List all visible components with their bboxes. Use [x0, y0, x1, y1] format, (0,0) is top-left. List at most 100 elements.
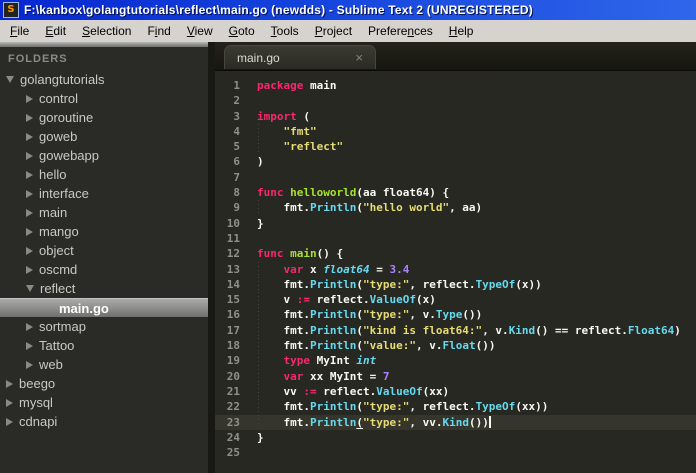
- code-line-14[interactable]: 14 fmt.Println("type:", reflect.TypeOf(x…: [215, 276, 696, 293]
- code-line-18[interactable]: 18 fmt.Println("value:", v.Float()): [215, 338, 696, 354]
- title-bar[interactable]: S F:\kanbox\golangtutorials\reflect\main…: [0, 0, 696, 20]
- code-line-7[interactable]: 7: [215, 170, 696, 185]
- menu-item-help[interactable]: Help: [441, 20, 482, 42]
- tab-bar: main.go ×: [215, 42, 696, 71]
- code-line-16[interactable]: 16 fmt.Println("type:", v.Type()): [215, 307, 696, 324]
- expand-arrow-icon[interactable]: [26, 170, 33, 179]
- expand-arrow-icon[interactable]: [26, 341, 33, 350]
- code-line-13[interactable]: 13 var x float64 = 3.4: [215, 261, 696, 278]
- menu-item-selection[interactable]: Selection: [74, 20, 139, 42]
- expand-arrow-icon[interactable]: [26, 227, 33, 236]
- code-line-17[interactable]: 17 fmt.Println("kind is float64:", v.Kin…: [215, 322, 696, 339]
- code-line-8[interactable]: 8 func helloworld(aa float64) {: [215, 185, 696, 200]
- expand-arrow-icon[interactable]: [26, 94, 33, 103]
- code-line-6[interactable]: 6): [215, 154, 696, 169]
- folder-item-cdnapi[interactable]: cdnapi: [0, 412, 215, 431]
- collapse-arrow-icon[interactable]: [6, 76, 14, 83]
- code-line-21[interactable]: 21 vv := reflect.ValueOf(xx): [215, 383, 696, 400]
- menu-item-preferences[interactable]: Preferences: [360, 20, 441, 42]
- expand-arrow-icon[interactable]: [26, 208, 33, 217]
- sublime-app-icon[interactable]: S: [3, 2, 19, 18]
- menu-item-tools[interactable]: Tools: [263, 20, 307, 42]
- menu-item-edit[interactable]: Edit: [37, 20, 74, 42]
- expand-arrow-icon[interactable]: [26, 322, 33, 331]
- folder-item-object[interactable]: object: [0, 241, 215, 260]
- code-line-3[interactable]: 3 import (: [215, 109, 696, 124]
- file-item-main.go[interactable]: main.go: [0, 298, 215, 317]
- code-line-20[interactable]: 20 var xx MyInt = 7: [215, 368, 696, 385]
- code-line-9[interactable]: 9 fmt.Println("hello world", aa): [215, 200, 696, 216]
- tree-item-label: beego: [19, 376, 56, 391]
- expand-arrow-icon[interactable]: [26, 265, 33, 274]
- expand-arrow-icon[interactable]: [26, 151, 33, 160]
- menu-item-file[interactable]: File: [2, 20, 37, 42]
- code-line-11[interactable]: 11: [215, 231, 696, 246]
- folder-item-web[interactable]: web: [0, 355, 215, 374]
- line-number: 24: [226, 430, 240, 444]
- code-line-23[interactable]: 23 fmt.Println("type:", vv.Kind()): [215, 414, 696, 431]
- code-line-10[interactable]: 10}: [215, 216, 696, 231]
- code-area[interactable]: 1 package main 2 3 import (4 "fmt" 5 "reflect…: [215, 71, 696, 473]
- menu-item-goto[interactable]: Goto: [221, 20, 263, 42]
- code-line-2[interactable]: 2: [215, 93, 696, 108]
- menu-item-project[interactable]: Project: [307, 20, 360, 42]
- folder-item-reflect[interactable]: reflect: [0, 279, 215, 298]
- expand-arrow-icon[interactable]: [26, 360, 33, 369]
- menu-item-find[interactable]: Find: [139, 20, 178, 42]
- tree-item-label: Tattoo: [39, 338, 75, 353]
- folder-item-goweb[interactable]: goweb: [0, 127, 215, 146]
- menu-item-view[interactable]: View: [179, 20, 221, 42]
- folder-item-beego[interactable]: beego: [0, 374, 215, 393]
- folder-item-control[interactable]: control: [0, 89, 215, 108]
- expand-arrow-icon[interactable]: [26, 113, 33, 122]
- code-text: "reflect": [249, 139, 696, 155]
- code-text: fmt.Println("hello world", aa): [249, 200, 696, 216]
- tree-item-label: hello: [39, 167, 67, 182]
- tab-main-go[interactable]: main.go ×: [224, 45, 376, 69]
- expand-arrow-icon[interactable]: [26, 132, 33, 141]
- line-number: 7: [233, 170, 240, 184]
- collapse-arrow-icon[interactable]: [26, 285, 34, 292]
- code-line-19[interactable]: 19 type MyInt int: [215, 353, 696, 369]
- code-text: }: [257, 216, 264, 230]
- code-line-25[interactable]: 25: [215, 445, 696, 460]
- folder-item-golangtutorials[interactable]: golangtutorials: [0, 70, 215, 89]
- tab-label: main.go: [237, 50, 280, 65]
- sidebar-scrollbar[interactable]: [208, 42, 215, 473]
- code-line-12[interactable]: 12 func main() {: [215, 246, 696, 261]
- line-number: 14: [226, 277, 240, 291]
- folder-item-mango[interactable]: mango: [0, 222, 215, 241]
- tab-close-icon[interactable]: ×: [355, 51, 363, 64]
- code-line-4[interactable]: 4 "fmt": [215, 123, 696, 140]
- folder-item-interface[interactable]: interface: [0, 184, 215, 203]
- folder-item-goroutine[interactable]: goroutine: [0, 108, 215, 127]
- window-title: F:\kanbox\golangtutorials\reflect\main.g…: [24, 3, 533, 17]
- code-line-5[interactable]: 5 "reflect": [215, 139, 696, 155]
- folder-item-gowebapp[interactable]: gowebapp: [0, 146, 215, 165]
- expand-arrow-icon[interactable]: [26, 246, 33, 255]
- folder-item-sortmap[interactable]: sortmap: [0, 317, 215, 336]
- tree-item-label: control: [39, 91, 79, 106]
- menu-bar: File Edit Selection Find View Goto Tools Projec…: [0, 20, 696, 42]
- folder-item-main[interactable]: main: [0, 203, 215, 222]
- code-line-15[interactable]: 15 v := reflect.ValueOf(x): [215, 292, 696, 308]
- line-number: 12: [226, 247, 240, 261]
- code-line-1[interactable]: 1 package main: [215, 78, 696, 93]
- expand-arrow-icon[interactable]: [26, 189, 33, 198]
- line-number: 15: [226, 293, 240, 307]
- folder-item-mysql[interactable]: mysql: [0, 393, 215, 412]
- code-line-22[interactable]: 22 fmt.Println("type:", reflect.TypeOf(x…: [215, 399, 696, 415]
- expand-arrow-icon[interactable]: [6, 379, 13, 388]
- code-text: import (: [257, 109, 310, 123]
- line-number: 17: [226, 323, 240, 337]
- folder-item-oscmd[interactable]: oscmd: [0, 260, 215, 279]
- expand-arrow-icon[interactable]: [6, 417, 13, 426]
- folder-item-hello[interactable]: hello: [0, 165, 215, 184]
- code-line-24[interactable]: 24}: [215, 430, 696, 445]
- line-number: 23: [226, 415, 240, 429]
- line-number: 1: [233, 79, 240, 92]
- expand-arrow-icon[interactable]: [6, 398, 13, 407]
- folder-item-tattoo[interactable]: Tattoo: [0, 336, 215, 355]
- code-text: var x float64 = 3.4: [249, 261, 696, 278]
